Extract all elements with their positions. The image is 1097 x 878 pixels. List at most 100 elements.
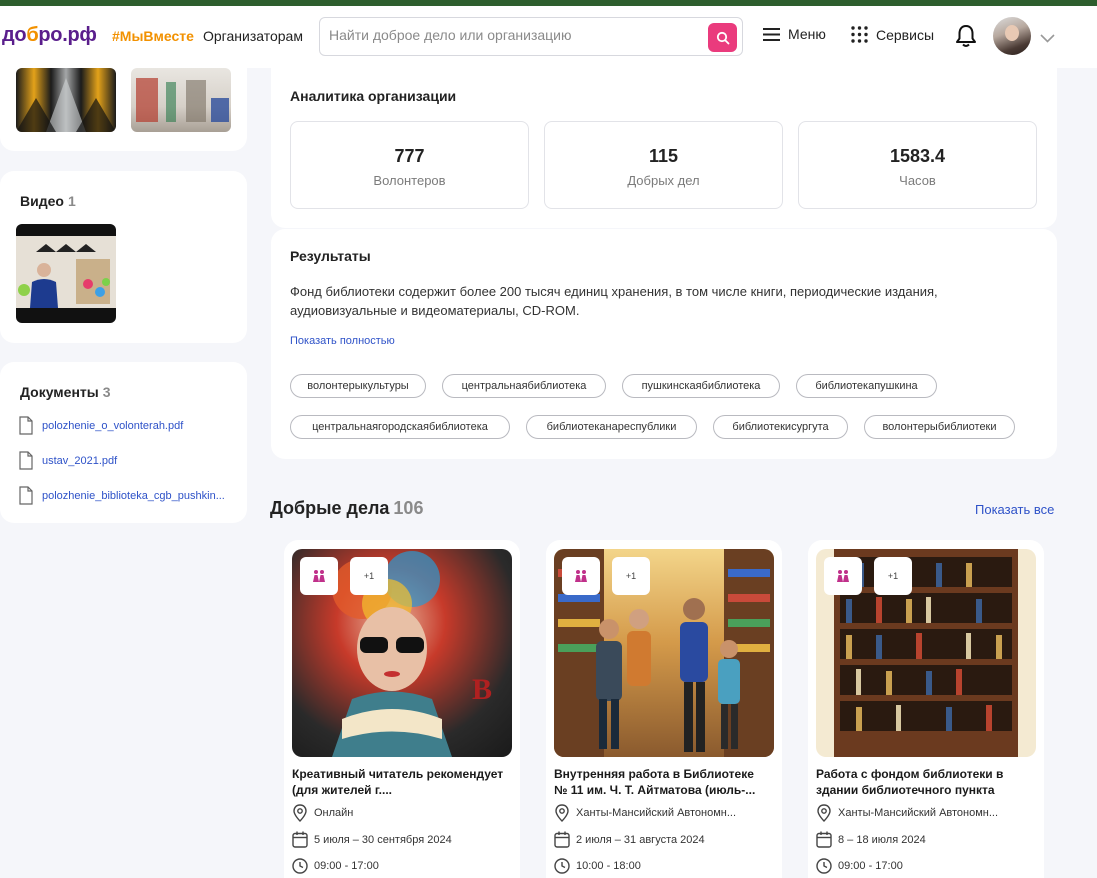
deed-title[interactable]: Креативный читатель рекомендует (для жит… [292, 766, 507, 798]
logo[interactable]: добро.рф [2, 24, 97, 47]
calendar-icon [816, 831, 832, 848]
stat-volunteers: 777 Волонтеров [290, 121, 529, 209]
stat-value: 1583.4 [889, 146, 946, 166]
results-description: Фонд библиотеки содержит более 200 тысяч… [290, 284, 938, 318]
bell-icon [956, 25, 976, 47]
avatar[interactable] [993, 17, 1031, 55]
services-label: Сервисы [876, 26, 935, 43]
plus-badge: +1 [874, 557, 912, 595]
chevron-down-icon [1040, 34, 1055, 43]
search-icon [716, 31, 729, 44]
deed-title[interactable]: Работа с фондом библиотеки в здании библ… [816, 766, 1031, 798]
category-badge [824, 557, 862, 595]
stat-hours: 1583.4 Часов [798, 121, 1037, 209]
deed-image[interactable]: +1 [816, 549, 1036, 757]
analytics-title: Аналитика организации [290, 88, 457, 104]
deed-time-text: 09:00 - 17:00 [314, 860, 379, 872]
documents-section-title: Документы 3 [20, 384, 111, 400]
svg-text:B: B [472, 673, 492, 706]
deed-time-text: 09:00 - 17:00 [838, 860, 903, 872]
tag-chip[interactable]: библиотекапушкина [796, 374, 937, 398]
deed-time: 09:00 - 17:00 [292, 858, 379, 874]
people-icon [837, 570, 849, 582]
deeds-section-title: Добрые дела 106 [270, 498, 423, 519]
show-full-link[interactable]: Показать полностью [290, 335, 395, 347]
deed-card[interactable]: +1 Внутренняя работа в Библиотеке № 11 и… [546, 540, 782, 878]
file-icon [19, 486, 33, 505]
tag-chip[interactable]: волонтерыкультуры [290, 374, 426, 398]
deed-location: Ханты-Мансийский Автономн... [554, 804, 736, 822]
deed-dates-text: 2 июля – 31 августа 2024 [576, 833, 705, 846]
deeds-count: 106 [393, 498, 424, 518]
grid-icon [851, 26, 868, 43]
people-icon [313, 570, 325, 582]
deed-image[interactable]: B +1 [292, 549, 512, 757]
tag-chip[interactable]: библиотекисургута [713, 415, 848, 439]
documents-count: 3 [102, 384, 111, 400]
deed-location: Онлайн [292, 804, 353, 822]
results-title: Результаты [290, 248, 371, 264]
document-name[interactable]: polozhenie_biblioteka_cgb_pushkin... [42, 490, 225, 502]
search-bar [319, 17, 743, 56]
document-name[interactable]: ustav_2021.pdf [42, 455, 117, 467]
document-item[interactable]: polozhenie_biblioteka_cgb_pushkin... [18, 486, 225, 505]
profile-dropdown[interactable] [1040, 30, 1055, 48]
deed-location-text: Онлайн [314, 807, 354, 819]
tag-chip[interactable]: центральнаягородскаябиблиотека [290, 415, 510, 439]
stat-label: Добрых дел [627, 173, 700, 188]
documents-card: Документы 3 polozhenie_o_volonterah.pdf u… [0, 362, 247, 523]
video-section-title: Видео 1 [20, 193, 76, 209]
people-icon [575, 570, 587, 582]
hashtag-link[interactable]: #МыВместе [112, 28, 194, 44]
deed-card[interactable]: B +1 Креативный читатель рекомендует (дл… [284, 540, 520, 878]
tag-chip[interactable]: пушкинскаябиблиотека [622, 374, 780, 398]
deed-location-text: Ханты-Мансийский Автономн... [576, 807, 737, 819]
photo-thumbnail[interactable] [16, 68, 116, 132]
file-icon [19, 451, 33, 470]
search-button[interactable] [708, 23, 737, 52]
show-all-link[interactable]: Показать все [975, 502, 1054, 517]
document-name[interactable]: polozhenie_o_volonterah.pdf [42, 420, 183, 432]
documents-title: Документы [20, 384, 99, 400]
category-badge [300, 557, 338, 595]
calendar-icon [292, 831, 308, 848]
plus-count: +1 [887, 571, 899, 581]
plus-count: +1 [625, 571, 637, 581]
location-pin-icon [293, 804, 307, 822]
document-item[interactable]: polozhenie_o_volonterah.pdf [18, 416, 183, 435]
stat-value: 115 [648, 146, 679, 166]
document-item[interactable]: ustav_2021.pdf [18, 451, 117, 470]
location-pin-icon [555, 804, 569, 822]
stat-label: Волонтеров [373, 173, 446, 188]
deed-image[interactable]: +1 [554, 549, 774, 757]
tag-chip[interactable]: центральнаябиблиотека [442, 374, 606, 398]
stat-deeds: 115 Добрых дел [544, 121, 783, 209]
menu-button[interactable]: Меню [763, 26, 826, 42]
deed-title[interactable]: Внутренняя работа в Библиотеке № 11 им. … [554, 766, 769, 798]
clock-icon [292, 858, 308, 874]
hamburger-icon [763, 27, 780, 41]
notifications-button[interactable] [955, 24, 977, 53]
tag-chip[interactable]: библиотеканареспублики [526, 415, 697, 439]
organizers-link[interactable]: Организаторам [203, 28, 303, 44]
video-card: Видео 1 [0, 171, 247, 343]
plus-count: +1 [363, 571, 375, 581]
deed-card[interactable]: +1 Работа с фондом библиотеки в здании б… [808, 540, 1044, 878]
deed-dates-text: 5 июля – 30 сентября 2024 [314, 833, 452, 846]
tag-chip[interactable]: волонтерыбиблиотеки [864, 415, 1015, 439]
deed-dates-text: 8 – 18 июля 2024 [838, 833, 926, 846]
deed-time-text: 10:00 - 18:00 [576, 860, 641, 872]
photo-thumbnail[interactable] [131, 68, 231, 132]
deed-dates: 5 июля – 30 сентября 2024 [292, 831, 452, 848]
deed-location: Ханты-Мансийский Автономн... [816, 804, 998, 822]
video-count: 1 [67, 193, 76, 209]
deed-location-text: Ханты-Мансийский Автономн... [838, 807, 999, 819]
plus-badge: +1 [612, 557, 650, 595]
services-button[interactable]: Сервисы [851, 26, 934, 43]
deed-time: 09:00 - 17:00 [816, 858, 903, 874]
search-input[interactable] [329, 27, 699, 43]
stat-value: 777 [394, 146, 425, 166]
calendar-icon [554, 831, 570, 848]
location-pin-icon [817, 804, 831, 822]
video-thumbnail[interactable] [16, 224, 116, 323]
